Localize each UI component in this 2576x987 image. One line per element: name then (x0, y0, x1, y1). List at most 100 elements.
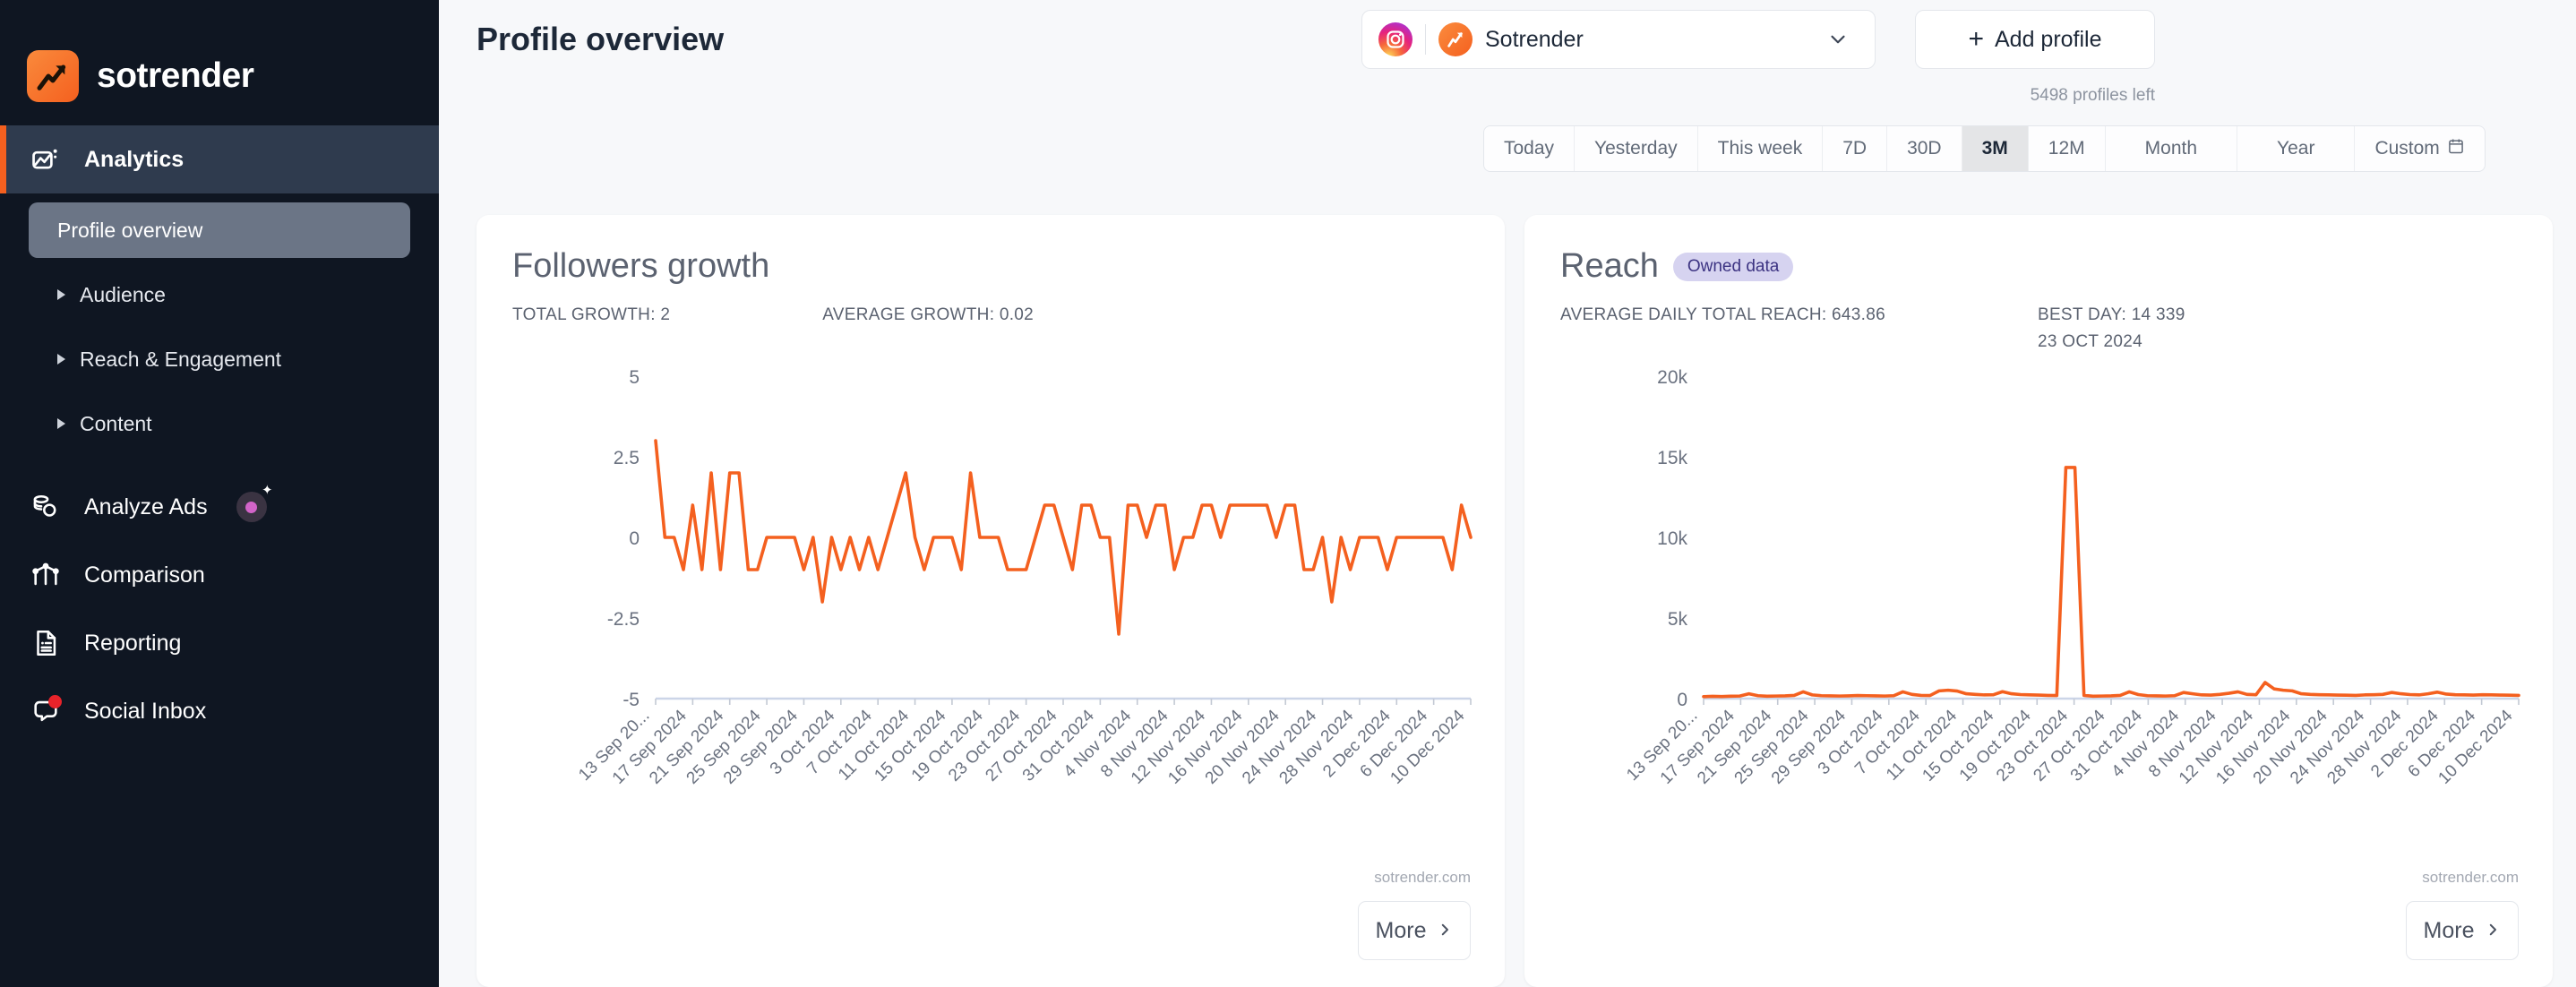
profile-name: Sotrender (1485, 26, 1584, 52)
add-profile-label: Add profile (1995, 26, 2102, 52)
range-tab-this-week[interactable]: This week (1698, 126, 1824, 171)
svg-text:0: 0 (1677, 690, 1687, 710)
svg-text:15k: 15k (1657, 448, 1687, 468)
sidebar-item-profile-overview[interactable]: Profile overview (29, 202, 410, 258)
plus-icon: + (1968, 24, 1984, 54)
watermark: sotrender.com (2422, 869, 2519, 886)
sidebar-item-label: Analyze Ads (84, 494, 208, 519)
more-label: More (1375, 917, 1427, 943)
owned-data-badge: Owned data (1672, 252, 1794, 281)
sidebar-subitem-label: Content (80, 411, 152, 435)
range-tab-label: 30D (1907, 138, 1942, 159)
range-tab-label: Month (2144, 138, 2198, 159)
chevron-down-icon[interactable] (1826, 28, 1850, 51)
stat-average-growth: AVERAGE GROWTH: 0.02 (822, 305, 1035, 324)
range-tab-12m[interactable]: 12M (2029, 126, 2106, 171)
profile-selector[interactable]: Sotrender (1361, 10, 1876, 69)
ai-sparkle-badge-icon (236, 484, 273, 522)
watermark: sotrender.com (1374, 869, 1471, 886)
sidebar-subitem-label: Reach & Engagement (80, 347, 282, 371)
sidebar: sotrender Analytics Profile overview Aud… (0, 0, 439, 987)
analytics-icon (29, 142, 63, 176)
card-title: Reach (1560, 247, 1659, 285)
app-root: sotrender Analytics Profile overview Aud… (0, 0, 2576, 987)
chart-svg: 20k15k10k5k013 Sep 20...17 Sep 202421 Se… (1623, 367, 2520, 788)
cards-container: Followers growth TOTAL GROWTH: 2 AVERAGE… (477, 215, 2553, 987)
page-title: Profile overview (477, 21, 725, 57)
sotrender-avatar-icon (1438, 22, 1473, 56)
card-header: Reach Owned data (1524, 215, 2553, 286)
chart-svg: 52.50-2.5-513 Sep 20...17 Sep 202421 Sep… (575, 367, 1473, 788)
range-tab-label: Custom (2374, 138, 2440, 159)
card-followers-growth: Followers growth TOTAL GROWTH: 2 AVERAGE… (477, 215, 1505, 987)
chevron-right-icon (1437, 918, 1453, 944)
sidebar-item-reach-engagement[interactable]: Reach & Engagement (29, 331, 410, 387)
sidebar-subitem-label: Audience (80, 282, 166, 306)
more-label: More (2423, 917, 2475, 943)
range-tab-label: Year (2277, 138, 2315, 159)
instagram-icon (1378, 22, 1413, 56)
date-range-tabs[interactable]: Today Yesterday This week 7D 30D 3M 12M … (1483, 125, 2486, 172)
range-tab-7d[interactable]: 7D (1823, 126, 1888, 171)
followers-growth-chart: 5 2.5 0 -2.5 -5 13 Sep 20... 17 Sep 2024 21 Sep… (477, 349, 1505, 851)
divider (1425, 24, 1426, 55)
range-tab-label: 3M (1981, 138, 2008, 159)
sidebar-item-comparison[interactable]: Comparison (0, 541, 439, 609)
brand-name: sotrender (97, 56, 254, 95)
document-icon (29, 626, 63, 660)
chat-bubble-icon (29, 694, 63, 728)
main-content: Profile overview Sotrender + Add profile… (439, 0, 2576, 987)
chevron-right-icon (57, 289, 65, 300)
add-profile-button[interactable]: + Add profile (1915, 10, 2155, 69)
sidebar-subitem-label: Profile overview (57, 218, 203, 242)
sidebar-item-analyze-ads[interactable]: Analyze Ads (0, 473, 439, 541)
comparison-chart-icon (29, 558, 63, 592)
svg-text:2.5: 2.5 (614, 448, 640, 468)
sidebar-item-reporting[interactable]: Reporting (0, 609, 439, 677)
chevron-right-icon (57, 418, 65, 429)
sidebar-item-label: Reporting (84, 630, 182, 656)
calendar-icon (2447, 137, 2465, 160)
range-tab-label: Today (1504, 138, 1555, 159)
range-tab-custom[interactable]: Custom (2355, 126, 2484, 171)
stat-best-day: BEST DAY: 14 339 23 OCT 2024 (2038, 305, 2185, 352)
stat-best-day-value: BEST DAY: 14 339 (2037, 305, 2185, 324)
svg-text:5k: 5k (1668, 609, 1688, 630)
sidebar-item-analytics[interactable]: Analytics (0, 125, 439, 193)
sidebar-item-social-inbox[interactable]: Social Inbox (0, 677, 439, 745)
sidebar-item-audience[interactable]: Audience (29, 267, 410, 322)
range-tab-3m[interactable]: 3M (1962, 126, 2029, 171)
reach-chart: 20k 15k 10k 5k 0 13 Sep 20... 17 Sep 2024 21 Se… (1524, 349, 2553, 851)
svg-text:5: 5 (629, 367, 640, 388)
card-stats: AVERAGE DAILY TOTAL REACH: 643.86 BEST D… (1524, 286, 2553, 352)
trend-arrow-icon (27, 50, 79, 102)
svg-text:0: 0 (629, 528, 640, 549)
sidebar-item-label: Social Inbox (84, 698, 207, 724)
stat-average-daily-reach: AVERAGE DAILY TOTAL REACH: 643.86 (1560, 305, 1885, 324)
brand-logo[interactable]: sotrender (0, 0, 439, 125)
svg-text:20k: 20k (1657, 367, 1687, 388)
sidebar-item-content[interactable]: Content (29, 396, 410, 451)
card-reach: Reach Owned data AVERAGE DAILY TOTAL REA… (1524, 215, 2553, 987)
range-tab-year[interactable]: Year (2237, 126, 2356, 171)
sidebar-item-label: Analytics (84, 146, 185, 172)
range-tab-label: 7D (1842, 138, 1868, 159)
range-tab-yesterday[interactable]: Yesterday (1575, 126, 1698, 171)
coins-icon (29, 490, 63, 524)
range-tab-today[interactable]: Today (1484, 126, 1576, 171)
range-tab-label: This week (1717, 138, 1803, 159)
svg-text:-5: -5 (623, 690, 640, 710)
svg-text:-2.5: -2.5 (607, 609, 640, 630)
more-button-reach[interactable]: More (2406, 901, 2519, 960)
more-button-followers[interactable]: More (1358, 901, 1471, 960)
chevron-right-icon (2485, 918, 2501, 944)
profiles-left-text: 5498 profiles left (2030, 86, 2155, 105)
range-tab-month[interactable]: Month (2106, 126, 2238, 171)
notification-dot-icon (48, 695, 62, 708)
card-title: Followers growth (512, 247, 770, 285)
range-tab-30d[interactable]: 30D (1887, 126, 1962, 171)
svg-text:10k: 10k (1657, 528, 1687, 549)
sidebar-item-label: Comparison (84, 562, 205, 588)
stat-total-growth: TOTAL GROWTH: 2 (512, 305, 671, 324)
chevron-right-icon (57, 354, 65, 365)
